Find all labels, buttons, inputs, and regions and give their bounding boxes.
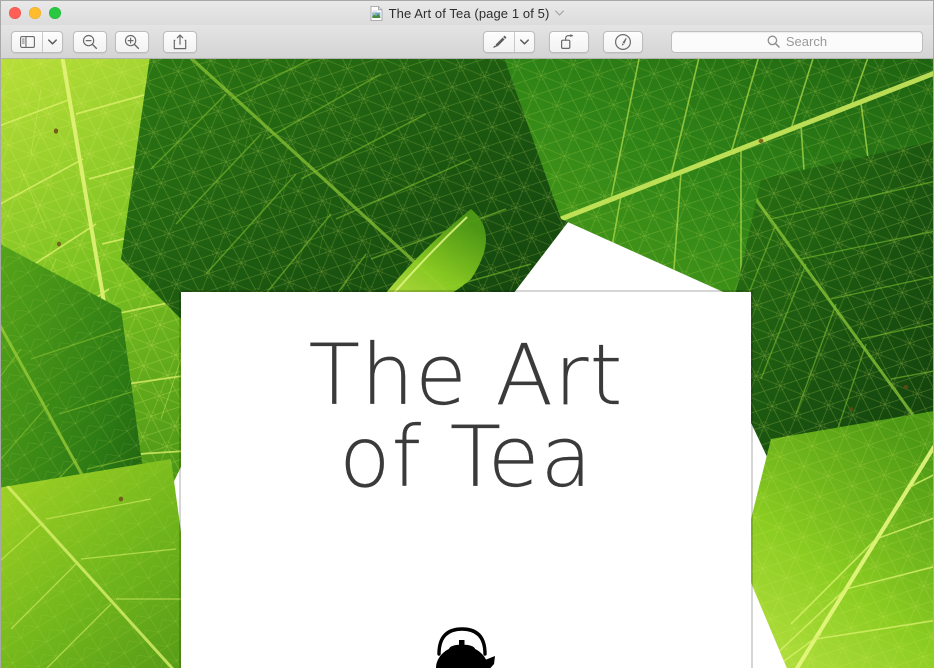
maximize-button[interactable] <box>49 7 61 19</box>
annotate-button[interactable] <box>603 30 643 53</box>
cover-title-line-2: of Tea <box>339 408 593 507</box>
markup-button[interactable] <box>483 30 535 53</box>
close-button[interactable] <box>9 7 21 19</box>
document-icon <box>370 5 383 21</box>
search-icon <box>767 35 780 48</box>
rotate-left-icon <box>560 33 578 50</box>
sidebar-icon[interactable] <box>12 32 42 52</box>
window-title: The Art of Tea (page 1 of 5) <box>388 5 550 21</box>
markup-pen-circle-icon <box>614 33 632 51</box>
sidebar-chevron-down-icon[interactable] <box>42 31 62 52</box>
zoom-out-icon <box>82 34 98 50</box>
window-toolbar: Search <box>1 25 933 59</box>
search-input[interactable]: Search <box>786 34 827 49</box>
share-button[interactable] <box>163 30 197 53</box>
window-title-group: The Art of Tea (page 1 of 5) <box>1 1 933 25</box>
sidebar-button[interactable] <box>11 30 63 53</box>
zoom-in-icon <box>124 34 140 50</box>
markup-chevron-down-icon[interactable] <box>514 31 534 52</box>
pdf-page-1[interactable]: The Art of Tea <box>181 292 751 668</box>
zoom-in-button[interactable] <box>115 30 149 53</box>
document-view[interactable]: The Art of Tea <box>1 59 933 668</box>
zoom-out-button[interactable] <box>73 30 107 53</box>
preview-window: The Art of Tea (page 1 of 5) Search The … <box>0 0 934 668</box>
teapot-illustration <box>410 624 522 668</box>
traffic-lights <box>9 7 61 19</box>
share-icon <box>173 34 187 50</box>
title-chevron-down-icon[interactable] <box>555 10 565 16</box>
cover-title: The Art of Tea <box>181 333 751 507</box>
search-field[interactable]: Search <box>671 30 923 53</box>
highlighter-pen-icon[interactable] <box>484 32 514 52</box>
minimize-button[interactable] <box>29 7 41 19</box>
window-titlebar: The Art of Tea (page 1 of 5) <box>1 1 933 25</box>
zoom-button-group <box>73 30 149 53</box>
rotate-button[interactable] <box>549 30 589 53</box>
